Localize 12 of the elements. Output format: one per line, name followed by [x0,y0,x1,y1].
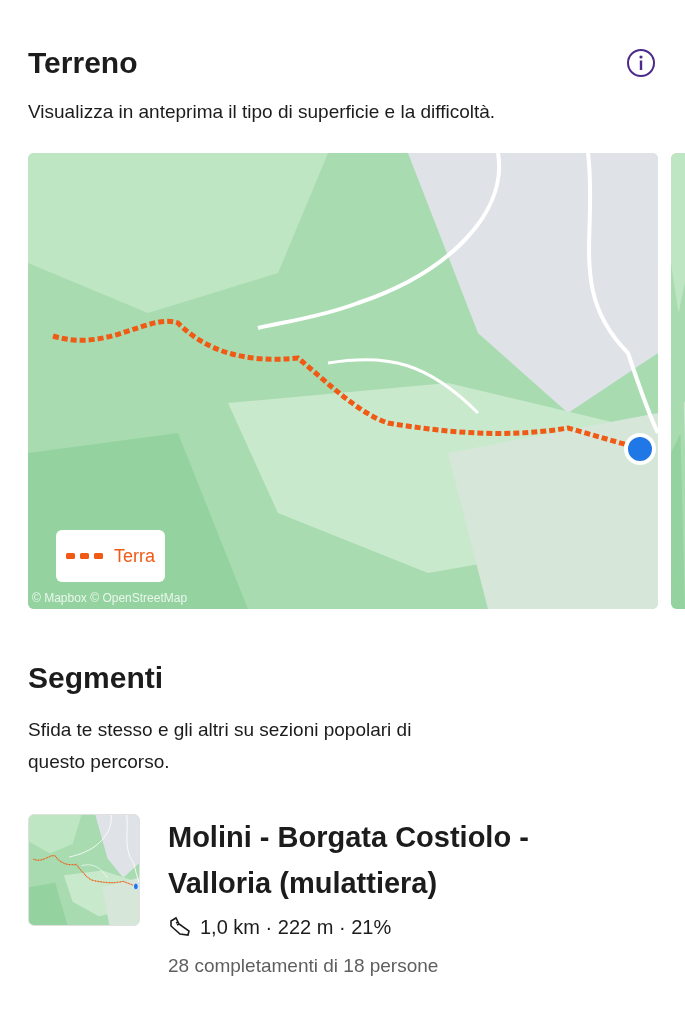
shoe-icon [168,915,192,939]
segment-title[interactable]: Molini - Borgata Costiolo - Valloria (mulattiera) [168,814,608,906]
section-description: Visualizza in anteprima il tipo di superficie e la difficoltà. [27,100,497,124]
segment-stats: 1,0 km · 222 m · 21% [200,915,392,940]
info-icon[interactable] [626,47,656,78]
legend-label: Terra [114,544,155,568]
section-title: Terreno [28,45,138,81]
section-title: Segmenti [27,660,165,696]
map-attribution: © Mapbox © OpenStreetMap [32,590,188,607]
dashed-line-icon [66,552,106,560]
section-description: Sfida te stesso e gli altri su sezioni popolari di questo percorso. [27,718,413,774]
segment-completions: 28 completamenti di 18 persone [168,954,440,978]
